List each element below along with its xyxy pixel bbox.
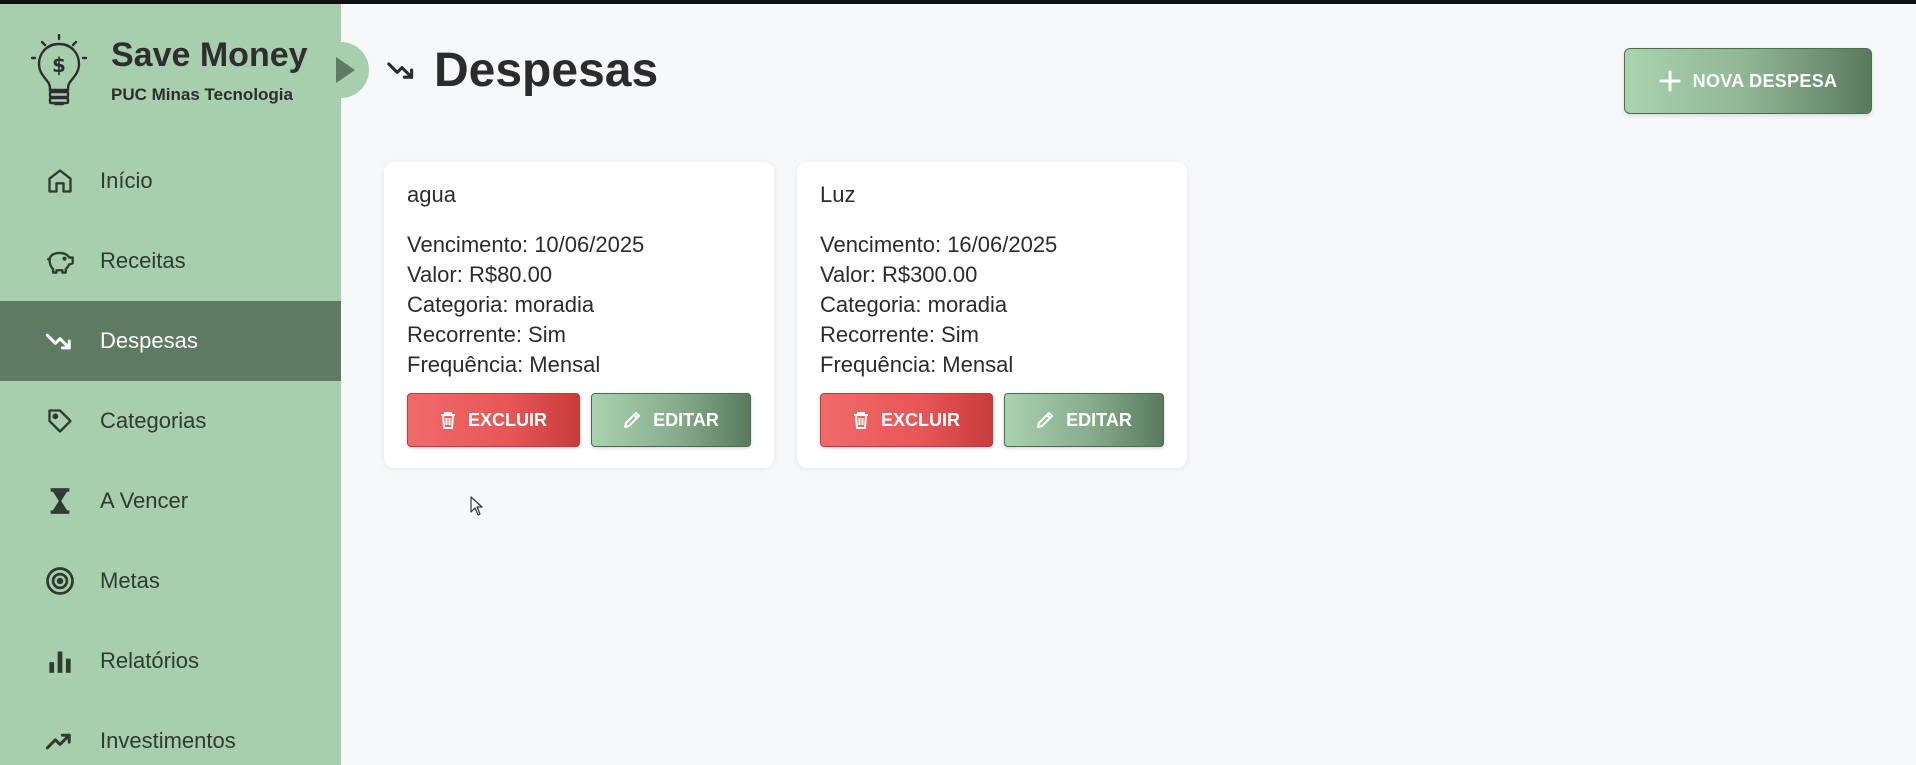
sidebar-item-investimentos[interactable]: Investimentos	[0, 701, 341, 765]
plus-icon	[1659, 70, 1681, 92]
expense-due-date: Vencimento: 10/06/2025	[407, 232, 645, 257]
new-expense-button[interactable]: NOVA DESPESA	[1624, 48, 1872, 114]
sidebar-item-inicio[interactable]: Início	[0, 141, 341, 221]
brand-subtitle: PUC Minas Tecnologia	[111, 85, 293, 104]
delete-button[interactable]: EXCLUIR	[407, 393, 580, 447]
brand-title: Save Money	[111, 36, 308, 74]
hourglass-icon	[44, 485, 76, 517]
sidebar-item-label: Início	[100, 168, 153, 193]
page-title: Despesas	[434, 43, 659, 97]
expense-frequency: Frequência: Mensal	[407, 352, 601, 377]
tag-icon	[44, 405, 76, 437]
expense-name: Luz	[820, 182, 856, 207]
sidebar-nav: Início Receitas Despesas Categorias A Ve…	[0, 141, 341, 765]
sidebar-item-categorias[interactable]: Categorias	[0, 381, 341, 461]
lightbulb-dollar-logo-icon: $	[30, 34, 88, 106]
play-arrow-icon	[336, 57, 355, 83]
target-icon	[44, 565, 76, 597]
sidebar-item-receitas[interactable]: Receitas	[0, 221, 341, 301]
expense-recurring: Recorrente: Sim	[820, 322, 979, 347]
sidebar-item-label: Relatórios	[100, 648, 200, 673]
bar-chart-icon	[44, 645, 76, 677]
sidebar-item-a-vencer[interactable]: A Vencer	[0, 461, 341, 541]
sidebar-item-metas[interactable]: Metas	[0, 541, 341, 621]
expense-value: Valor: R$300.00	[820, 262, 978, 287]
sidebar-item-label: Despesas	[100, 328, 198, 353]
trending-down-icon	[44, 325, 76, 357]
new-expense-label: NOVA DESPESA	[1692, 70, 1838, 91]
expense-card: agua Vencimento: 10/06/2025 Valor: R$80.…	[384, 162, 774, 468]
expense-recurring: Recorrente: Sim	[407, 322, 566, 347]
delete-label: EXCLUIR	[880, 409, 960, 430]
edit-button[interactable]: EDITAR	[591, 393, 751, 447]
expense-category: Categoria: moradia	[407, 292, 595, 317]
delete-button[interactable]: EXCLUIR	[820, 393, 993, 447]
pencil-icon	[1037, 412, 1054, 428]
expense-card: Luz Vencimento: 16/06/2025 Valor: R$300.…	[797, 162, 1187, 468]
trending-down-icon	[386, 53, 420, 87]
sidebar-item-label: Investimentos	[100, 728, 236, 753]
expense-name: agua	[407, 182, 456, 207]
expense-category: Categoria: moradia	[820, 292, 1008, 317]
expense-value: Valor: R$80.00	[407, 262, 553, 287]
sidebar-item-label: Categorias	[100, 408, 207, 433]
sidebar-item-relatorios[interactable]: Relatórios	[0, 621, 341, 701]
sidebar-item-despesas[interactable]: Despesas	[0, 301, 341, 381]
sidebar-item-label: Metas	[100, 568, 160, 593]
edit-label: EDITAR	[1066, 409, 1132, 430]
delete-label: EXCLUIR	[467, 409, 547, 430]
edit-label: EDITAR	[653, 409, 719, 430]
trending-up-icon	[44, 725, 76, 757]
home-icon	[44, 165, 76, 197]
pencil-icon	[624, 412, 641, 428]
sidebar-item-label: A Vencer	[100, 488, 189, 513]
trash-icon	[440, 412, 455, 429]
svg-text:$: $	[52, 53, 66, 77]
mouse-cursor-icon	[470, 496, 483, 516]
sidebar: $ Save Money PUC Minas Tecnologia Início…	[0, 4, 341, 765]
brand[interactable]: $ Save Money PUC Minas Tecnologia	[28, 32, 341, 112]
edit-button[interactable]: EDITAR	[1004, 393, 1164, 447]
sidebar-item-label: Receitas	[100, 248, 186, 273]
sidebar-toggle-button[interactable]	[321, 42, 369, 98]
expense-list: agua Vencimento: 10/06/2025 Valor: R$80.…	[384, 162, 1187, 468]
piggy-bank-icon	[44, 245, 76, 277]
expense-frequency: Frequência: Mensal	[820, 352, 1014, 377]
trash-icon	[853, 412, 868, 429]
expense-due-date: Vencimento: 16/06/2025	[820, 232, 1058, 257]
page-header: Despesas	[386, 40, 658, 100]
